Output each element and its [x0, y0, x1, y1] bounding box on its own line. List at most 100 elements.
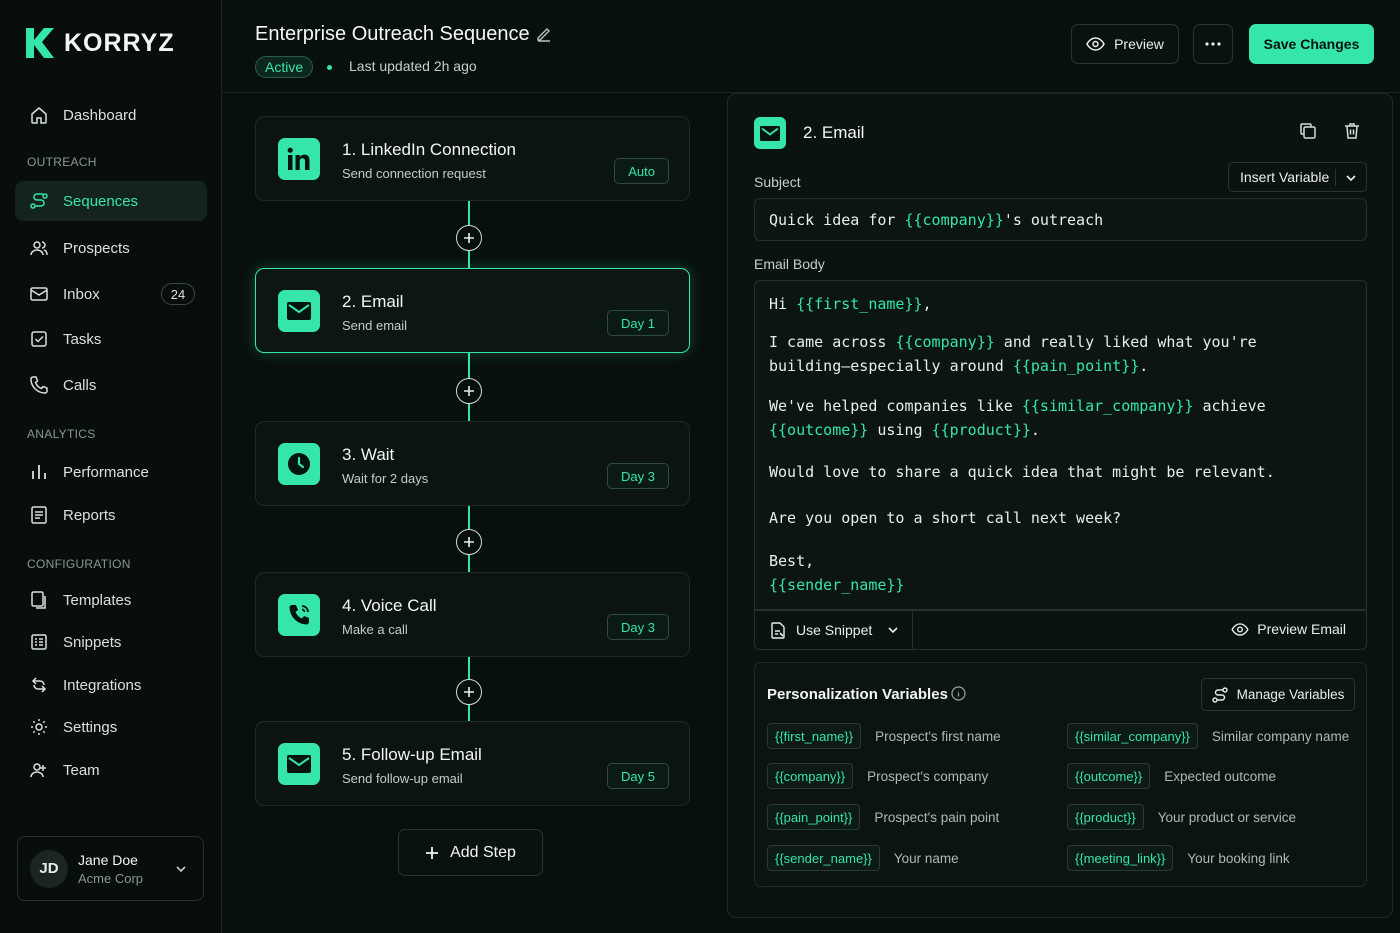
variable-token[interactable]: {{outcome}} [1067, 763, 1151, 789]
variable-description: Prospect's company [867, 768, 989, 784]
copy-icon[interactable] [1299, 122, 1317, 140]
sidebar-item-label: Templates [63, 591, 132, 609]
users-icon [30, 241, 48, 256]
step-title: 2. Email [342, 292, 404, 311]
add-step-between-button[interactable] [456, 378, 482, 404]
step-card-linkedin[interactable]: 1. LinkedIn Connection Send connection r… [255, 116, 690, 201]
manage-variables-button[interactable]: Manage Variables [1201, 678, 1355, 711]
body-line: {{sender_name}} [769, 576, 905, 594]
sidebar-item-performance[interactable]: Performance [15, 452, 207, 492]
sidebar-item-snippets[interactable]: Snippets [15, 622, 207, 662]
use-snippet-button[interactable]: Use Snippet [755, 611, 913, 649]
add-step-between-button[interactable] [456, 529, 482, 555]
user-org: Acme Corp [78, 870, 144, 886]
add-step-between-button[interactable] [456, 679, 482, 705]
sidebar-item-label: Inbox [63, 285, 100, 303]
sidebar-item-tasks[interactable]: Tasks [15, 319, 207, 359]
sidebar-item-prospects[interactable]: Prospects [15, 228, 207, 268]
variables-heading: Personalization Variables [767, 686, 948, 703]
trash-icon[interactable] [1343, 122, 1361, 140]
sidebar-item-label: Calls [63, 376, 97, 394]
email-body-textarea[interactable]: Hi {{first_name}}, I came across {{compa… [754, 280, 1367, 610]
sidebar-item-reports[interactable]: Reports [15, 495, 207, 535]
step-card-wait[interactable]: 3. Wait Wait for 2 days Day 3 [255, 421, 690, 506]
sidebar-item-label: Dashboard [63, 106, 137, 124]
plus-icon [464, 233, 474, 243]
inbox-count-badge: 24 [161, 283, 195, 305]
step-subtitle: Send follow-up email [342, 771, 463, 786]
variable-token[interactable]: {{company}} [767, 763, 854, 789]
preview-email-button[interactable]: Preview Email [1231, 621, 1346, 637]
step-timing-badge: Auto [614, 158, 669, 184]
step-subtitle: Wait for 2 days [342, 471, 429, 486]
sidebar-item-label: Team [63, 761, 100, 779]
integrations-icon [31, 677, 47, 693]
insert-variable-label: Insert Variable [1240, 169, 1330, 185]
plus-icon [426, 846, 439, 859]
home-icon [31, 107, 47, 124]
brand-logo[interactable]: KORRYZ [26, 28, 175, 58]
korryz-logo-icon [26, 28, 54, 58]
user-menu[interactable]: JD Jane Doe Acme Corp [17, 836, 204, 901]
step-card-follow-up-email[interactable]: 5. Follow-up Email Send follow-up email … [255, 721, 690, 806]
add-step-button[interactable]: Add Step [398, 829, 543, 876]
sidebar-item-calls[interactable]: Calls [15, 365, 207, 405]
step-subtitle: Send email [342, 318, 408, 333]
sidebar-item-templates[interactable]: Templates [15, 580, 207, 620]
step-timing-badge: Day 3 [607, 614, 669, 640]
gear-icon [31, 719, 47, 735]
section-analytics: ANALYTICS [27, 427, 96, 441]
sidebar-item-label: Sequences [63, 192, 139, 210]
sidebar-item-label: Tasks [63, 330, 102, 348]
sidebar-item-integrations[interactable]: Integrations [15, 665, 207, 705]
variable-description: Similar company name [1211, 728, 1350, 744]
step-timing-badge: Day 5 [607, 763, 669, 789]
insert-variable-dropdown[interactable]: Insert Variable [1228, 162, 1367, 192]
editor-toolbar: Use Snippet Preview Email [754, 610, 1367, 650]
step-card-email[interactable]: 2. Email Send email Day 1 [255, 268, 690, 353]
sidebar-item-settings[interactable]: Settings [15, 707, 207, 747]
info-icon[interactable] [951, 686, 966, 701]
more-options-button[interactable] [1193, 24, 1233, 64]
sidebar: KORRYZ Dashboard OUTREACH Sequences Pros… [0, 0, 222, 933]
variable-token[interactable]: {{first_name}} [767, 723, 862, 749]
eye-icon [1086, 37, 1105, 51]
sidebar-item-label: Integrations [63, 676, 142, 694]
clock-icon [278, 443, 320, 485]
variable-token[interactable]: {{sender_name}} [767, 845, 880, 871]
preview-button[interactable]: Preview [1071, 24, 1179, 64]
eye-icon [1231, 622, 1249, 636]
plus-icon [464, 687, 474, 697]
step-timing-badge: Day 3 [607, 463, 669, 489]
sidebar-item-sequences[interactable]: Sequences [15, 181, 207, 221]
variable-token[interactable]: {{product}} [1067, 804, 1144, 830]
subject-variable: {{company}} [904, 211, 1004, 229]
add-step-between-button[interactable] [456, 225, 482, 251]
body-line: Best, [769, 552, 815, 570]
dropdown-divider [1335, 169, 1336, 186]
phone-icon [278, 594, 320, 636]
variable-description: Prospect's pain point [874, 809, 1000, 825]
save-changes-button[interactable]: Save Changes [1249, 24, 1374, 64]
body-line: We've helped companies like {{similar_co… [769, 397, 1266, 415]
sidebar-item-dashboard[interactable]: Dashboard [15, 95, 207, 135]
plus-icon [464, 386, 474, 396]
subject-label: Subject [754, 174, 801, 190]
linkedin-icon [278, 138, 320, 180]
step-card-voice-call[interactable]: 4. Voice Call Make a call Day 3 [255, 572, 690, 657]
sidebar-item-team[interactable]: Team [15, 750, 207, 790]
sidebar-item-inbox[interactable]: Inbox 24 [15, 274, 207, 314]
add-step-label: Add Step [450, 843, 516, 861]
editor-title: 2. Email [803, 123, 865, 142]
variable-token[interactable]: {{pain_point}} [767, 804, 861, 830]
variable-token[interactable]: {{similar_company}} [1067, 723, 1198, 749]
variable-token[interactable]: {{meeting_link}} [1067, 845, 1174, 871]
last-updated: Last updated 2h ago [349, 58, 477, 74]
status-badge: Active [255, 56, 314, 78]
avatar: JD [30, 849, 68, 888]
personalization-variables-card: Personalization Variables Manage Variabl… [754, 662, 1367, 887]
body-line: I came across {{company}} and really lik… [769, 333, 1257, 351]
subject-input[interactable]: Quick idea for {{company}}'s outreach [754, 198, 1367, 241]
chevron-down-icon [1346, 175, 1356, 182]
pencil-icon[interactable] [535, 25, 553, 43]
